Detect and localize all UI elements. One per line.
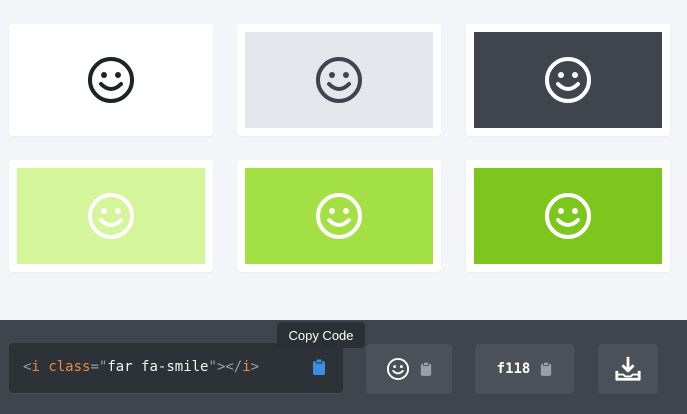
copy-unicode-button[interactable]: f118	[475, 344, 574, 394]
smile-icon	[545, 193, 591, 239]
download-button[interactable]	[598, 344, 658, 394]
swatch-pale-green	[17, 168, 205, 264]
swatch-light-gray	[245, 32, 433, 128]
html-code-snippet[interactable]: <i class="far fa-smile"></i>	[9, 343, 343, 393]
smile-icon	[316, 57, 362, 103]
copy-code-tooltip: Copy Code	[277, 322, 365, 353]
smile-icon	[545, 57, 591, 103]
preview-card-pale-green[interactable]	[9, 160, 213, 272]
preview-card-dark[interactable]	[466, 24, 670, 136]
clipboard-icon	[541, 361, 552, 376]
code-text[interactable]: <i class="far fa-smile"></i>	[23, 359, 259, 375]
smile-icon	[88, 193, 134, 239]
copy-glyph-button[interactable]	[366, 344, 452, 394]
preview-card-green[interactable]	[466, 160, 670, 272]
smile-icon	[386, 357, 410, 381]
preview-card-white[interactable]	[9, 24, 213, 136]
copy-code-clipboard-icon[interactable]	[312, 358, 326, 376]
swatch-white	[17, 32, 205, 128]
swatch-green	[474, 168, 662, 264]
clipboard-icon	[420, 361, 432, 376]
preview-card-lime[interactable]	[237, 160, 441, 272]
smile-icon	[88, 57, 134, 103]
swatch-dark	[474, 32, 662, 128]
unicode-value: f118	[496, 361, 531, 377]
smile-icon	[316, 193, 362, 239]
swatch-lime	[245, 168, 433, 264]
preview-card-light-gray[interactable]	[237, 24, 441, 136]
download-icon	[615, 356, 641, 381]
